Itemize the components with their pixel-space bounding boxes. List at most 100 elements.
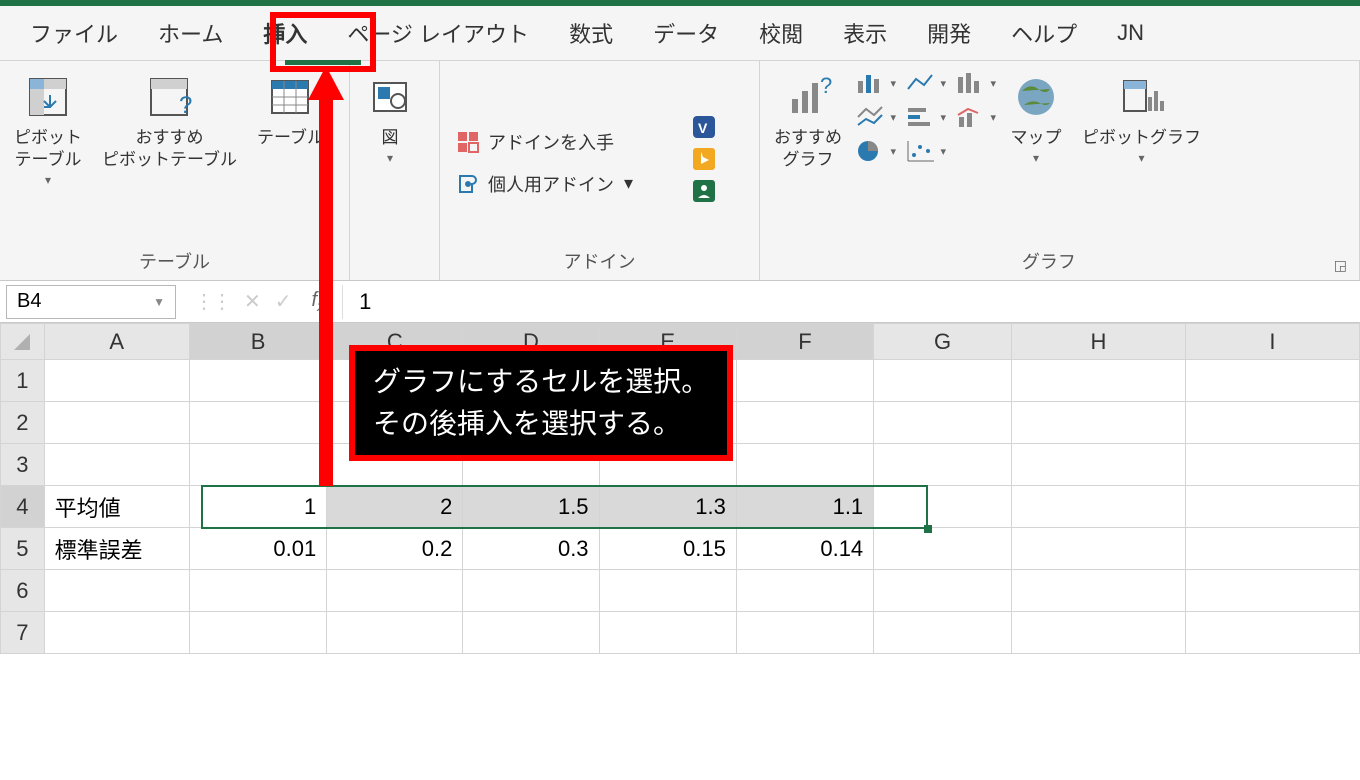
recommended-charts-button[interactable]: ? おすすめ グラフ <box>768 67 848 175</box>
cell-A5[interactable]: 標準誤差 <box>44 528 189 570</box>
ribbon-group-charts: ? おすすめ グラフ ▾ ▾ ▾ ▾ ▾ ▾ ▾ ▾ <box>760 61 1360 280</box>
column-chart-button[interactable]: ▾ <box>856 71 896 95</box>
row-header-3[interactable]: 3 <box>1 444 45 486</box>
active-tab-underline <box>285 60 361 65</box>
cancel-formula-icon[interactable]: ✕ <box>244 289 261 314</box>
tab-file[interactable]: ファイル <box>10 9 138 57</box>
col-header-B[interactable]: B <box>189 324 326 360</box>
recommended-charts-icon: ? <box>782 71 834 123</box>
pictures-label: 図 <box>382 127 399 149</box>
tab-view[interactable]: 表示 <box>823 9 907 57</box>
cell-E4[interactable]: 1.3 <box>599 486 736 528</box>
svg-text:?: ? <box>820 73 832 98</box>
svg-text:V: V <box>698 120 708 136</box>
table-icon <box>264 71 316 123</box>
table-label: テーブル <box>257 127 324 149</box>
annotation-box: グラフにするセルを選択。 その後挿入を選択する。 <box>349 345 733 461</box>
col-header-G[interactable]: G <box>874 324 1012 360</box>
tab-developer[interactable]: 開発 <box>907 9 991 57</box>
row-header-4[interactable]: 4 <box>1 486 45 528</box>
row-header-6[interactable]: 6 <box>1 570 45 612</box>
tab-insert[interactable]: 挿入 <box>243 9 327 57</box>
visio-addin-button[interactable]: V <box>686 115 726 139</box>
recommended-pivot-button[interactable]: ? おすすめ ピボットテーブル <box>96 67 243 175</box>
group-label-charts: グラフ <box>768 244 1330 276</box>
name-box[interactable]: B4 ▼ <box>6 285 176 319</box>
cell-C4[interactable]: 2 <box>327 486 463 528</box>
select-all-corner[interactable] <box>1 324 45 360</box>
tab-review[interactable]: 校閲 <box>739 9 823 57</box>
bing-addin-button[interactable] <box>686 147 726 171</box>
ribbon-group-addins: アドインを入手 個人用アドイン ▾ V アドイン <box>440 61 760 280</box>
maps-icon <box>1010 71 1062 123</box>
formula-input[interactable] <box>342 285 1360 319</box>
chevron-down-icon: ▾ <box>1033 151 1039 165</box>
maps-label: マップ <box>1011 127 1062 149</box>
row-header-7[interactable]: 7 <box>1 612 45 654</box>
ribbon-tabs: ファイル ホーム 挿入 ページ レイアウト 数式 データ 校閲 表示 開発 ヘル… <box>0 6 1360 61</box>
people-addin-button[interactable] <box>686 179 726 203</box>
row-header-1[interactable]: 1 <box>1 360 45 402</box>
pivot-chart-button[interactable]: ピボットグラフ ▾ <box>1076 67 1207 169</box>
pivot-table-icon <box>22 71 74 123</box>
name-box-value: B4 <box>17 290 41 313</box>
group-label-addins: アドイン <box>448 244 751 276</box>
table-button[interactable]: テーブル <box>251 67 330 153</box>
annotation-line2: その後挿入を選択する。 <box>373 403 709 445</box>
pie-chart-button[interactable]: ▾ <box>856 139 896 163</box>
grip-icon: ⋮⋮ <box>194 289 230 314</box>
tab-page-layout[interactable]: ページ レイアウト <box>327 9 549 57</box>
group-label-tables: テーブル <box>8 244 341 276</box>
chevron-down-icon: ▼ <box>153 295 165 309</box>
col-header-H[interactable]: H <box>1011 324 1185 360</box>
fx-icon[interactable]: fx <box>306 289 343 314</box>
pivot-table-button[interactable]: ピボット テーブル ▾ <box>8 67 88 191</box>
chevron-down-icon: ▾ <box>45 173 51 187</box>
combo-chart-button[interactable]: ▾ <box>956 105 996 129</box>
pivot-chart-icon <box>1116 71 1168 123</box>
recommended-pivot-label: おすすめ ピボットテーブル <box>102 127 237 171</box>
col-header-A[interactable]: A <box>44 324 189 360</box>
cell-B4[interactable]: 1 <box>189 486 326 528</box>
statistic-chart-button[interactable]: ▾ <box>956 71 996 95</box>
cell-B5[interactable]: 0.01 <box>189 528 326 570</box>
bar-chart-button[interactable]: ▾ <box>906 105 946 129</box>
scatter-chart-button[interactable]: ▾ <box>906 139 946 163</box>
pictures-button[interactable]: 図 ▾ <box>358 67 422 169</box>
row-header-5[interactable]: 5 <box>1 528 45 570</box>
line-chart-button[interactable]: ▾ <box>906 71 946 95</box>
ribbon-group-tables: ピボット テーブル ▾ ? おすすめ ピボットテーブル テーブル テーブル <box>0 61 350 280</box>
tab-help[interactable]: ヘルプ <box>991 9 1097 57</box>
enter-formula-icon[interactable]: ✓ <box>275 289 292 314</box>
cell-A4[interactable]: 平均値 <box>44 486 189 528</box>
get-addins-label: アドインを入手 <box>488 129 614 155</box>
cell-D5[interactable]: 0.3 <box>463 528 599 570</box>
chevron-down-icon: ▾ <box>624 173 633 194</box>
tab-formulas[interactable]: 数式 <box>549 9 633 57</box>
maps-button[interactable]: マップ ▾ <box>1004 67 1068 169</box>
cell-C5[interactable]: 0.2 <box>327 528 463 570</box>
recommended-charts-label: おすすめ グラフ <box>774 127 842 171</box>
ribbon-group-illustrations: 図 ▾ <box>350 61 440 280</box>
my-addins-label: 個人用アドイン <box>488 171 614 197</box>
pivot-chart-label: ピボットグラフ <box>1082 127 1201 149</box>
tab-home[interactable]: ホーム <box>138 9 243 57</box>
tab-jn[interactable]: JN <box>1097 12 1164 54</box>
charts-dialog-launcher[interactable]: ◲ <box>1330 255 1351 276</box>
col-header-I[interactable]: I <box>1185 324 1359 360</box>
chevron-down-icon: ▾ <box>1138 151 1144 165</box>
svg-text:?: ? <box>179 92 192 119</box>
col-header-F[interactable]: F <box>736 324 873 360</box>
hierarchy-chart-button[interactable]: ▾ <box>856 105 896 129</box>
row-header-2[interactable]: 2 <box>1 402 45 444</box>
tab-data[interactable]: データ <box>633 9 739 57</box>
get-addins-button[interactable]: アドインを入手 <box>448 124 678 160</box>
cell-F5[interactable]: 0.14 <box>736 528 873 570</box>
ribbon: ピボット テーブル ▾ ? おすすめ ピボットテーブル テーブル テーブル <box>0 61 1360 281</box>
cell-F4[interactable]: 1.1 <box>736 486 873 528</box>
chevron-down-icon: ▾ <box>387 151 393 165</box>
cell-D4[interactable]: 1.5 <box>463 486 599 528</box>
my-addins-button[interactable]: 個人用アドイン ▾ <box>448 166 678 202</box>
pivot-table-label: ピボット テーブル <box>14 127 82 171</box>
cell-E5[interactable]: 0.15 <box>599 528 736 570</box>
